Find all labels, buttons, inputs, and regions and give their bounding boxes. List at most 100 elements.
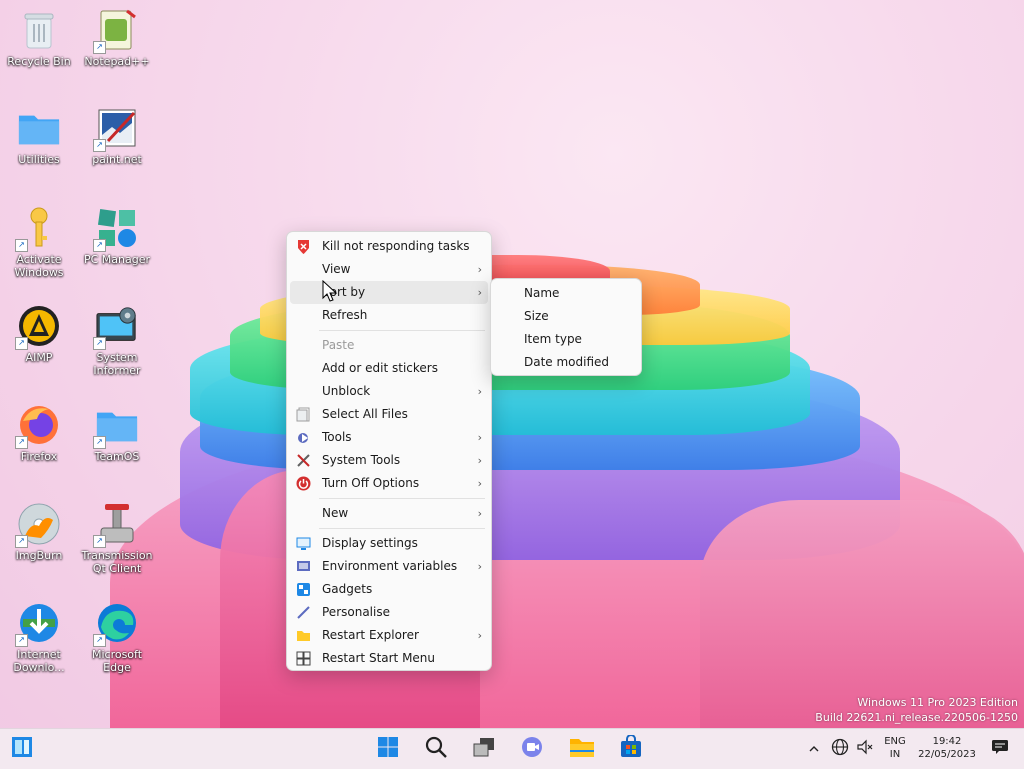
menu-item-stickers[interactable]: Add or edit stickers [290,357,488,380]
menu-item-new[interactable]: New › [290,502,488,525]
menu-item-turn-off-options[interactable]: Turn Off Options › [290,472,488,495]
microsoft-store-button[interactable] [617,734,645,763]
transmission-icon: ↗ [93,502,139,548]
shortcut-arrow-icon: ↗ [15,535,28,548]
shortcut-arrow-icon: ↗ [93,239,106,252]
task-view-button[interactable] [470,735,498,763]
clock[interactable]: 19:42 22/05/2023 [914,735,980,761]
windows-logo-icon [377,736,399,762]
shortcut-arrow-icon: ↗ [93,139,106,152]
desktop-icon-idm[interactable]: ↗ Internet Downlo... [3,601,75,674]
menu-item-label: Refresh [322,308,368,322]
notifications-button[interactable] [988,735,1012,763]
desktop-icon-pc-manager[interactable]: ↗ PC Manager [81,206,153,266]
submenu-arrow-icon: › [477,286,482,299]
file-explorer-button[interactable] [568,735,596,763]
power-icon [296,476,311,491]
menu-item-label: Select All Files [322,407,408,421]
desktop-icon-edge[interactable]: ↗ Microsoft Edge [81,601,153,674]
teams-chat-button[interactable] [518,735,546,763]
desktop-icon-label: Recycle Bin [7,55,71,68]
desktop-wallpaper [0,0,1024,768]
taskbar: ENG IN 19:42 22/05/2023 [0,728,1024,769]
desktop-icon-label: Firefox [20,450,58,463]
language-code: ENG [884,736,906,747]
env-vars-icon [296,559,311,574]
menu-item-label: Restart Start Menu [322,651,436,665]
notepad-icon: ↗ [93,8,139,54]
widgets-button[interactable] [8,735,36,763]
menu-item-display-settings[interactable]: Display settings [290,532,488,555]
desktop-icon-label: AIMP [25,351,53,364]
menu-item-label: Display settings [322,536,418,550]
idm-icon: ↗ [15,601,61,647]
desktop-icon-recycle-bin[interactable]: Recycle Bin [3,8,75,68]
menu-separator [319,330,485,331]
language-indicator[interactable]: ENG IN [880,735,910,761]
sort-option-date-modified[interactable]: Date modified [494,351,638,374]
paintnet-icon: ↗ [93,106,139,152]
shortcut-arrow-icon: ↗ [93,41,106,54]
search-button[interactable] [422,735,450,763]
menu-item-label: Unblock [322,384,371,398]
desktop-icon-aimp[interactable]: ↗ AIMP [3,304,75,364]
shortcut-arrow-icon: ↗ [15,634,28,647]
menu-item-label: Environment variables [322,559,458,573]
tray-overflow-button[interactable] [804,735,824,763]
shortcut-arrow-icon: ↗ [93,535,106,548]
desktop-icon-activate-windows[interactable]: ↗ Activate Windows [3,206,75,279]
network-button[interactable] [828,735,852,763]
menu-item-restart-explorer[interactable]: Restart Explorer › [290,624,488,647]
desktop-icon-utilities[interactable]: Utilities [3,106,75,166]
watermark-build: Build 22621.ni_release.220506-1250 [815,711,1018,724]
system-informer-icon: ↗ [93,304,139,350]
desktop-icon-label: PC Manager [83,253,151,266]
desktop-icon-paintnet[interactable]: ↗ paint.net [81,106,153,166]
shortcut-arrow-icon: ↗ [93,634,106,647]
menu-item-unblock[interactable]: Unblock › [290,380,488,403]
menu-item-restart-start-menu[interactable]: Restart Start Menu [290,647,488,670]
submenu-arrow-icon: › [477,431,482,444]
start-button[interactable] [374,735,402,763]
menu-item-refresh[interactable]: Refresh [290,304,488,327]
menu-item-sort-by[interactable]: Sort by › [290,281,488,304]
shortcut-arrow-icon: ↗ [15,436,28,449]
shortcut-arrow-icon: ↗ [93,337,106,350]
desktop-icon-system-informer[interactable]: ↗ System Informer [81,304,153,377]
menu-item-label: System Tools [322,453,401,467]
menu-item-paste[interactable]: Paste [290,334,488,357]
menu-item-system-tools[interactable]: System Tools › [290,449,488,472]
gadgets-icon [296,582,311,597]
menu-item-tools[interactable]: Tools › [290,426,488,449]
menu-item-select-all-files[interactable]: Select All Files [290,403,488,426]
volume-button[interactable] [853,735,877,763]
search-icon [424,735,448,763]
desktop-icon-teamos[interactable]: ↗ TeamOS [81,403,153,463]
menu-item-environment-variables[interactable]: Environment variables › [290,555,488,578]
submenu-arrow-icon: › [477,454,482,467]
sort-option-size[interactable]: Size [494,305,638,328]
imgburn-icon: ↗ [15,502,61,548]
explorer-folder-icon [296,628,311,643]
menu-item-personalise[interactable]: Personalise [290,601,488,624]
desktop-icon-notepad[interactable]: ↗ Notepad++ [81,8,153,68]
sort-option-item-type[interactable]: Item type [494,328,638,351]
sort-option-name[interactable]: Name [494,282,638,305]
submenu-arrow-icon: › [477,263,482,276]
desktop-icon-imgburn[interactable]: ↗ ImgBurn [3,502,75,562]
folder-icon [569,736,595,762]
menu-item-label: New [322,506,349,520]
key-icon: ↗ [15,206,61,252]
desktop-icon-label: Transmission Qt Client [81,549,153,575]
desktop-icon-firefox[interactable]: ↗ Firefox [3,403,75,463]
clock-time: 19:42 [932,736,962,747]
recycle-bin-icon [17,8,61,52]
menu-item-view[interactable]: View › [290,258,488,281]
menu-item-gadgets[interactable]: Gadgets [290,578,488,601]
shortcut-arrow-icon: ↗ [15,239,28,252]
shortcut-arrow-icon: ↗ [93,436,106,449]
desktop-icon-label: Internet Downlo... [13,648,65,674]
menu-item-kill-tasks[interactable]: Kill not responding tasks [290,235,488,258]
desktop-icon-transmission[interactable]: ↗ Transmission Qt Client [81,502,153,575]
sort-by-submenu: Name Size Item type Date modified [490,278,642,376]
